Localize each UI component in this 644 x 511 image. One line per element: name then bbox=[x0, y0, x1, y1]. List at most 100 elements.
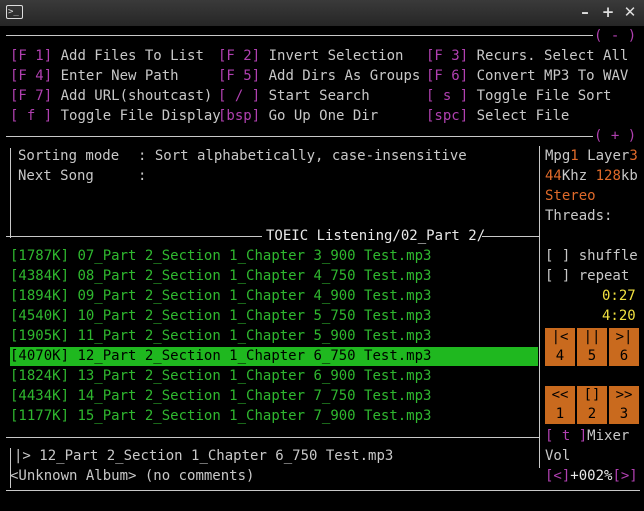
help-label: Select File bbox=[476, 108, 570, 124]
help-item: [bsp] Go Up One Dir bbox=[218, 106, 378, 126]
playlist-item[interactable]: [1824K] 13_Part 2_Section 1_Chapter 6_90… bbox=[10, 366, 431, 386]
next-song-label: Next Song bbox=[18, 168, 94, 184]
transport-key: 1 bbox=[555, 406, 565, 422]
pause-button[interactable]: || 5 bbox=[577, 328, 607, 366]
volume-control: [<]+002%[>] bbox=[545, 466, 638, 486]
file-name: 15_Part 2_Section 1_Chapter 7_900 Test.m… bbox=[77, 408, 432, 424]
maximize-button[interactable]: + bbox=[598, 2, 618, 22]
file-size: [4070K] bbox=[10, 348, 70, 364]
transport-icon: |< bbox=[551, 329, 569, 345]
file-size: [1787K] bbox=[10, 248, 70, 264]
playlist-item[interactable]: [4384K] 08_Part 2_Section 1_Chapter 4_75… bbox=[10, 266, 431, 286]
right-panel-border bbox=[539, 146, 540, 468]
help-item: [spc] Select File bbox=[426, 106, 569, 126]
fast-forward-button[interactable]: >> 3 bbox=[609, 386, 639, 424]
help-item: [ f ] Toggle File Display bbox=[10, 106, 221, 126]
help-key: [ f ] bbox=[10, 108, 53, 124]
file-name: 14_Part 2_Section 1_Chapter 7_750 Test.m… bbox=[77, 388, 432, 404]
transport-key: 5 bbox=[587, 348, 597, 364]
help-label: Toggle File Sort bbox=[476, 88, 612, 104]
help-item: [F 7] Add URL(shoutcast) bbox=[10, 86, 212, 106]
file-name: 13_Part 2_Section 1_Chapter 6_900 Test.m… bbox=[77, 368, 432, 384]
transport-icon: >> bbox=[615, 387, 633, 403]
now-playing: |> 12_Part 2_Section 1_Chapter 6_750 Tes… bbox=[14, 448, 394, 464]
terminal-area: ( - ) [F 1] Add Files To List [F 2] Inver… bbox=[0, 26, 644, 511]
help-item: [F 4] Enter New Path bbox=[10, 66, 179, 86]
help-label: Enter New Path bbox=[60, 68, 179, 84]
next-track-button[interactable]: >| 6 bbox=[609, 328, 639, 366]
window-titlebar: >_ – + ✕ bbox=[0, 0, 644, 27]
stop-button[interactable]: [] 2 bbox=[577, 386, 607, 424]
transport-key: 6 bbox=[619, 348, 629, 364]
minimize-button[interactable]: – bbox=[575, 2, 595, 22]
path-right-rule bbox=[482, 236, 539, 237]
help-key: [ s ] bbox=[426, 88, 469, 104]
help-key: [F 6] bbox=[426, 68, 469, 84]
shuffle-toggle[interactable]: [ ] shuffle bbox=[545, 246, 638, 266]
help-label: Add Dirs As Groups bbox=[268, 68, 421, 84]
file-size: [4540K] bbox=[10, 308, 70, 324]
help-item: [ s ] Toggle File Sort bbox=[426, 86, 611, 106]
help-label: Toggle File Display bbox=[60, 108, 221, 124]
file-size: [4434K] bbox=[10, 388, 70, 404]
help-item: [F 3] Recurs. Select All bbox=[426, 46, 628, 66]
transport-icon: >| bbox=[615, 329, 633, 345]
volume-up-button[interactable]: [>] bbox=[612, 468, 637, 484]
playlist-item[interactable]: [1894K] 09_Part 2_Section 1_Chapter 4_90… bbox=[10, 286, 431, 306]
close-button[interactable]: ✕ bbox=[620, 2, 640, 22]
help-label: Start Search bbox=[268, 88, 370, 104]
mixer-toggle[interactable]: [ t ]Mixer bbox=[545, 426, 629, 446]
transport-icon: << bbox=[551, 387, 569, 403]
help-collapse-button[interactable]: ( - ) bbox=[594, 26, 636, 46]
help-item: [F 5] Add Dirs As Groups bbox=[218, 66, 420, 86]
sorting-mode-value: : Sort alphabetically, case-insensitive bbox=[138, 148, 467, 164]
status-top-border bbox=[6, 437, 540, 438]
help-label: Convert MP3 To WAV bbox=[476, 68, 629, 84]
file-size: [4384K] bbox=[10, 268, 70, 284]
playlist-item[interactable]: [1905K] 11_Part 2_Section 1_Chapter 5_90… bbox=[10, 326, 431, 346]
repeat-toggle[interactable]: [ ] repeat bbox=[545, 266, 629, 286]
playlist-item[interactable]: [4434K] 14_Part 2_Section 1_Chapter 7_75… bbox=[10, 386, 431, 406]
rewind-button[interactable]: << 1 bbox=[545, 386, 575, 424]
help-key: [spc] bbox=[426, 108, 469, 124]
info-expand-button[interactable]: ( + ) bbox=[594, 126, 636, 146]
status-bottom-border bbox=[6, 490, 640, 491]
help-key: [bsp] bbox=[218, 108, 261, 124]
help-key: [F 2] bbox=[218, 48, 261, 64]
transport-icon: [] bbox=[583, 387, 601, 403]
help-key: [F 7] bbox=[10, 88, 53, 104]
help-key: [F 1] bbox=[10, 48, 53, 64]
playlist-item[interactable]: [1177K] 15_Part 2_Section 1_Chapter 7_90… bbox=[10, 406, 431, 426]
playlist-item[interactable]: [4070K] 12_Part 2_Section 1_Chapter 6_75… bbox=[10, 346, 431, 366]
prev-track-button[interactable]: |< 4 bbox=[545, 328, 575, 366]
help-key: [F 3] bbox=[426, 48, 469, 64]
help-label: Recurs. Select All bbox=[476, 48, 629, 64]
playlist-item[interactable]: [4540K] 10_Part 2_Section 1_Chapter 5_75… bbox=[10, 306, 431, 326]
bitrate-info: 44Khz 128kb bbox=[545, 168, 638, 184]
album-info: <Unknown Album> (no comments) bbox=[10, 468, 255, 484]
info-left-border bbox=[10, 148, 11, 238]
elapsed-time: 0:27 bbox=[602, 288, 636, 304]
help-key: [F 5] bbox=[218, 68, 261, 84]
file-name: 08_Part 2_Section 1_Chapter 4_750 Test.m… bbox=[77, 268, 432, 284]
transport-key: 3 bbox=[619, 406, 629, 422]
help-top-border bbox=[6, 35, 593, 36]
total-time: 4:20 bbox=[602, 308, 636, 324]
help-item: [F 1] Add Files To List bbox=[10, 46, 204, 66]
file-size: [1177K] bbox=[10, 408, 70, 424]
transport-key: 2 bbox=[587, 406, 597, 422]
file-name: 12_Part 2_Section 1_Chapter 6_750 Test.m… bbox=[77, 348, 432, 364]
current-path: TOEIC Listening/02_Part 2/ bbox=[266, 228, 486, 244]
threads-info: Threads: bbox=[545, 208, 613, 224]
volume-down-button[interactable]: [<] bbox=[545, 468, 570, 484]
transport-icon: || bbox=[583, 329, 601, 345]
file-size: [1894K] bbox=[10, 288, 70, 304]
help-item: [F 6] Convert MP3 To WAV bbox=[426, 66, 628, 86]
help-key: [F 4] bbox=[10, 68, 53, 84]
channels-info: Stereo bbox=[545, 188, 596, 204]
playlist-item[interactable]: [1787K] 07_Part 2_Section 1_Chapter 3_90… bbox=[10, 246, 431, 266]
path-left-rule bbox=[6, 236, 262, 237]
help-key: [ / ] bbox=[218, 88, 261, 104]
help-bottom-border bbox=[6, 136, 593, 137]
file-size: [1905K] bbox=[10, 328, 70, 344]
